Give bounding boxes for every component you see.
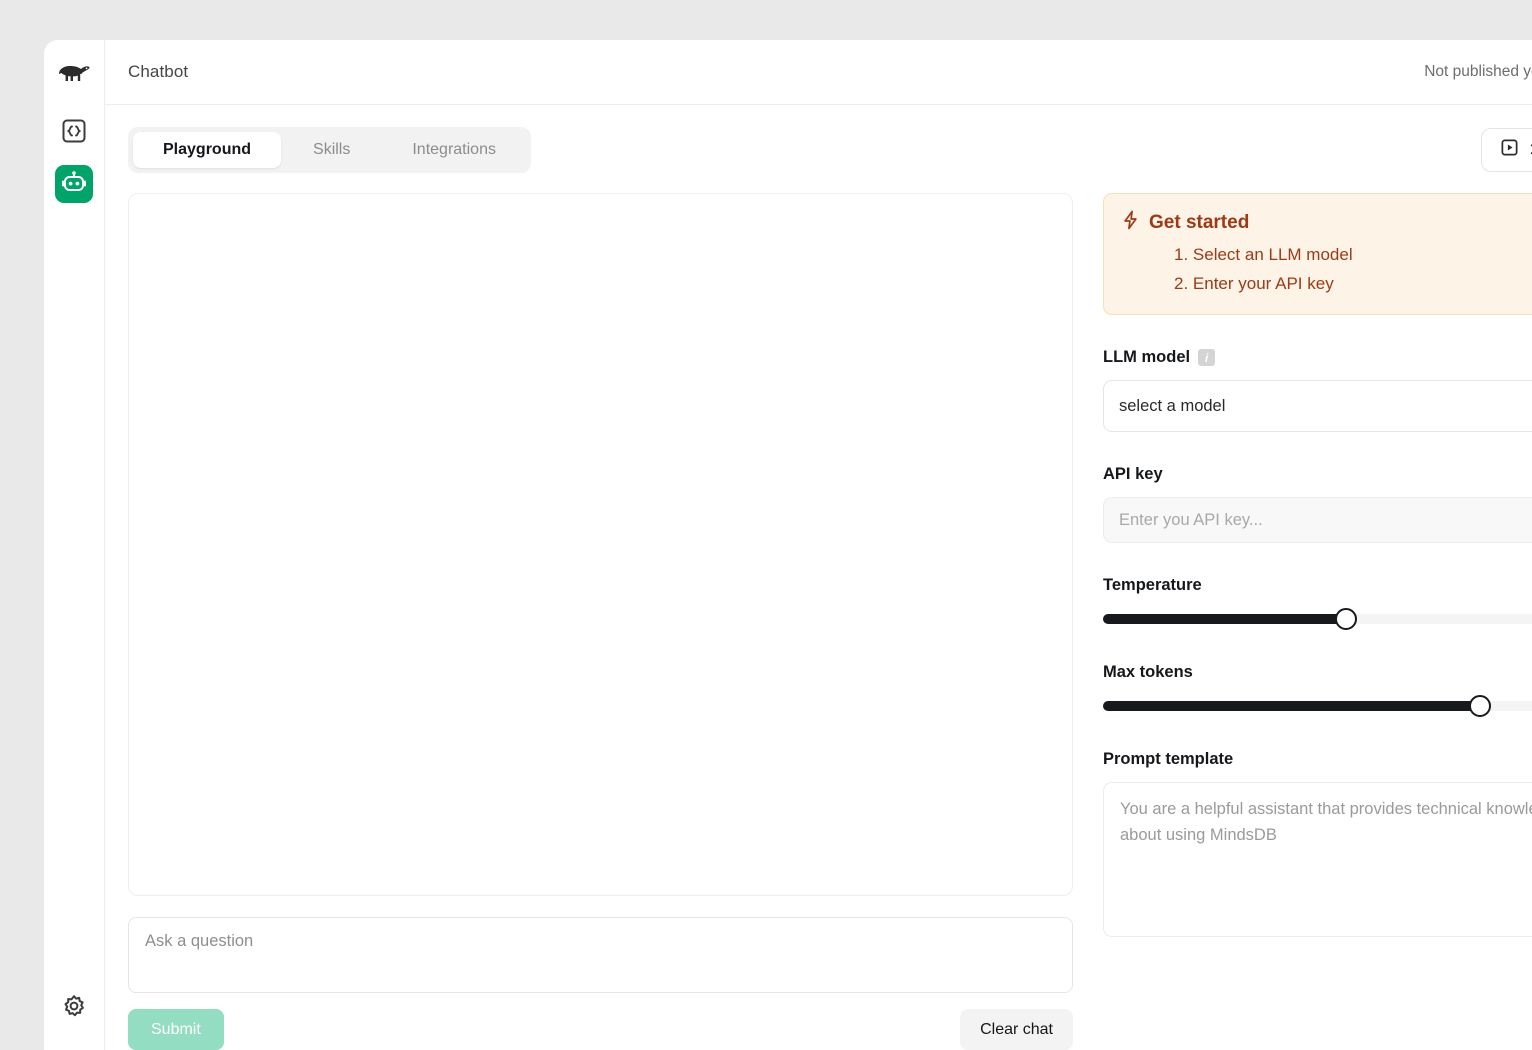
llm-model-select[interactable]: select a model [1103, 380, 1532, 432]
prompt-template-input[interactable]: You are a helpful assistant that provide… [1103, 782, 1532, 937]
sidebar-item-mindsdb-logo[interactable] [55, 56, 93, 94]
sidebar-item-agents[interactable] [55, 165, 93, 203]
submit-button[interactable]: Submit [128, 1009, 224, 1050]
clear-chat-button[interactable]: Clear chat [960, 1009, 1073, 1050]
max-tokens-slider[interactable] [1103, 695, 1532, 717]
sidebar-item-settings[interactable] [55, 989, 93, 1027]
get-started-title-row: Get started [1122, 210, 1532, 236]
tab-integrations[interactable]: Integrations [382, 132, 526, 168]
temperature-slider[interactable] [1103, 608, 1532, 630]
page-title: Chatbot [128, 62, 189, 81]
max-tokens-label: Max tokens [1103, 663, 1193, 681]
video-tutorial-button[interactable]: 1-min v [1480, 128, 1532, 172]
llm-model-label: LLM model [1103, 348, 1191, 366]
temperature-slider-thumb[interactable] [1334, 608, 1357, 630]
get-started-step-1: 1. Select an LLM model [1174, 245, 1353, 264]
publish-status: Not published yet [1424, 63, 1532, 80]
sidebar-item-editor[interactable] [55, 114, 93, 152]
max-tokens-slider-fill [1103, 701, 1481, 711]
chat-actions: Submit Clear chat [128, 1009, 1073, 1050]
video-play-icon [1500, 138, 1519, 162]
tab-row: Playground Skills Integrations 1-min v [105, 105, 1532, 173]
tab-playground[interactable]: Playground [133, 132, 282, 168]
prompt-template-label: Prompt template [1103, 750, 1234, 768]
top-bar-actions: Not published yet [1424, 50, 1532, 94]
api-key-label: API key [1103, 465, 1163, 483]
main-area: Chatbot Not published yet [105, 40, 1532, 1050]
code-braces-icon [60, 117, 88, 150]
settings-panel: Get started 1. Select an LLM model 2. En… [1103, 193, 1532, 1050]
chat-column: Submit Clear chat [128, 193, 1073, 1050]
temperature-slider-fill [1103, 614, 1346, 624]
api-key-input[interactable] [1103, 497, 1532, 543]
sidebar-bottom [44, 989, 104, 1040]
chat-messages-panel [128, 193, 1073, 896]
gear-icon [61, 993, 87, 1024]
top-bar: Chatbot Not published yet [105, 40, 1532, 105]
chat-input[interactable] [128, 917, 1073, 993]
tab-skills[interactable]: Skills [283, 132, 380, 168]
lightning-bolt-icon [1122, 210, 1139, 236]
robot-icon [61, 169, 87, 200]
get-started-title: Get started [1149, 212, 1250, 233]
content-body: Submit Clear chat Get started 1. [105, 173, 1532, 1050]
tab-group: Playground Skills Integrations [128, 127, 531, 173]
info-icon[interactable]: i [1198, 349, 1216, 366]
anteater-logo-icon [57, 61, 91, 90]
temperature-label: Temperature [1103, 576, 1202, 594]
llm-model-label-row: LLM model i [1103, 348, 1532, 367]
max-tokens-slider-thumb[interactable] [1469, 695, 1492, 717]
llm-model-selected-value: select a model [1119, 396, 1226, 415]
sidebar-rail [44, 40, 105, 1050]
get-started-step-2: 2. Enter your API key [1174, 274, 1334, 293]
app-window: Chatbot Not published yet [44, 40, 1532, 1050]
get-started-callout: Get started 1. Select an LLM model 2. En… [1103, 193, 1532, 315]
